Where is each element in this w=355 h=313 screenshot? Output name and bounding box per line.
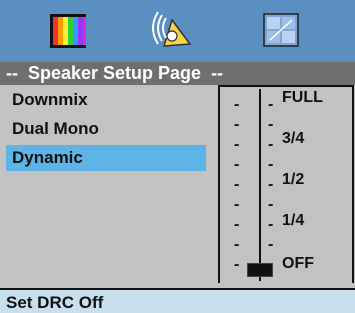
preference-setup-icon <box>263 13 299 47</box>
level-label-off: OFF <box>282 255 314 272</box>
menu-item-downmix[interactable]: Downmix <box>6 87 206 113</box>
slider-thumb[interactable] <box>247 263 273 277</box>
slider-tick: - <box>268 176 274 193</box>
slider-tick: - <box>234 96 240 113</box>
slider-tick: - <box>234 216 240 233</box>
slider-tick: - <box>234 196 240 213</box>
dvd-setup-screen: -- Speaker Setup Page -- Downmix Dual Mo… <box>0 0 355 313</box>
slider-tick: - <box>234 236 240 253</box>
slider-tick: - <box>268 96 274 113</box>
menu-item-dual-mono[interactable]: Dual Mono <box>6 116 206 142</box>
speaker-setup-icon <box>152 11 192 47</box>
menu-item-dynamic[interactable]: Dynamic <box>6 145 206 171</box>
slider-tick: - <box>268 236 274 253</box>
status-bar: Set DRC Off <box>0 288 355 313</box>
slider-tick: - <box>268 136 274 153</box>
level-label-1-4: 1/4 <box>282 212 305 229</box>
slider-tick: - <box>234 256 240 273</box>
page-title-bar: -- Speaker Setup Page -- <box>0 62 355 85</box>
slider-tick: - <box>234 176 240 193</box>
slider-tick: - <box>268 116 274 133</box>
slider-tick: - <box>268 156 274 173</box>
page-title: -- Speaker Setup Page -- <box>6 63 224 83</box>
slider-tick: - <box>268 216 274 233</box>
video-setup-icon <box>50 14 86 48</box>
slider-tick: - <box>268 196 274 213</box>
tab-speaker-setup[interactable] <box>150 8 200 54</box>
level-label-3-4: 3/4 <box>282 130 305 147</box>
setup-tab-bar <box>0 0 355 62</box>
slider-tick: - <box>234 156 240 173</box>
slider-track[interactable] <box>259 89 261 281</box>
drc-slider-panel: - - - - - - - - - - - - - - - - - - FULL… <box>218 85 354 283</box>
slider-tick: - <box>234 136 240 153</box>
tab-video-setup[interactable] <box>44 8 94 54</box>
status-text: Set DRC Off <box>6 293 104 312</box>
tab-preference-setup[interactable] <box>256 8 306 54</box>
speaker-menu: Downmix Dual Mono Dynamic <box>0 85 212 283</box>
level-label-1-2: 1/2 <box>282 171 305 188</box>
level-label-full: FULL <box>282 89 323 106</box>
slider-tick: - <box>234 116 240 133</box>
